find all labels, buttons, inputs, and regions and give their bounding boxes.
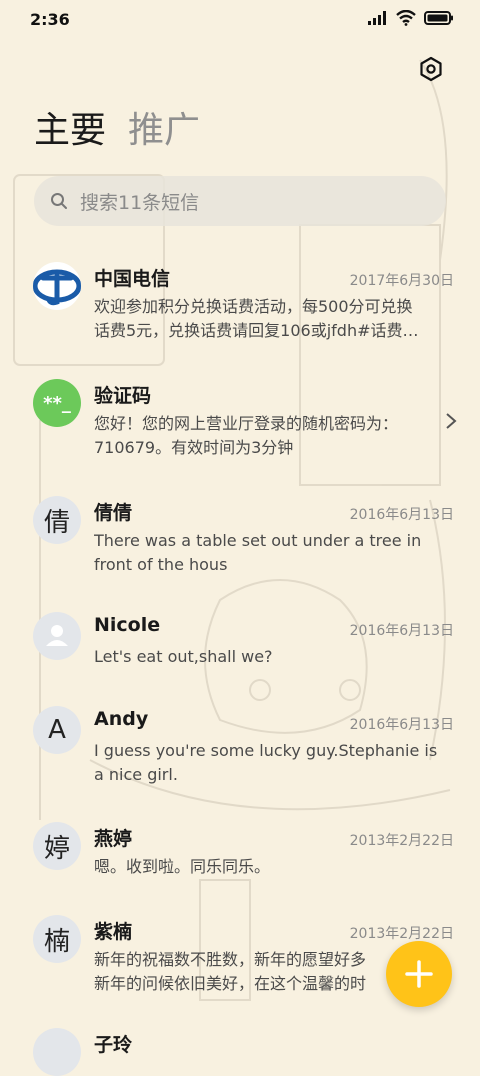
preview-line: 欢迎参加积分兑换话费活动，每500分可兑换 xyxy=(94,297,413,316)
person-icon xyxy=(33,612,81,660)
wifi-icon xyxy=(396,10,416,26)
plus-icon xyxy=(405,960,433,988)
avatar: 婷 xyxy=(33,822,81,870)
preview-line: 新年的问候依旧美好，在这个温馨的时 xyxy=(94,974,367,993)
contact-name: 中国电信 xyxy=(94,268,171,290)
gear-icon[interactable] xyxy=(418,56,444,82)
tab-promotions[interactable]: 推广 xyxy=(128,108,200,154)
message-preview: There was a table set out under a tree i… xyxy=(94,529,450,577)
message-preview: 新年的祝福数不胜数，新年的愿望好多 新年的问候依旧美好，在这个温馨的时 xyxy=(94,948,394,996)
search-bar[interactable]: 搜索11条短信 xyxy=(34,176,446,226)
preview-line: a nice girl. xyxy=(94,765,178,784)
conversation-item[interactable]: 子玲 xyxy=(0,1020,480,1076)
contact-name: 紫楠 xyxy=(94,921,133,943)
message-date: 2013年2月22日 xyxy=(349,833,454,849)
message-date: 2016年6月13日 xyxy=(349,507,454,523)
message-preview: 欢迎参加积分兑换话费活动，每500分可兑换 话费5元，兑换话费请回复106或jf… xyxy=(94,295,450,343)
preview-line: 嗯。收到啦。同乐同乐。 xyxy=(94,857,271,876)
preview-line: 新年的祝福数不胜数，新年的愿望好多 xyxy=(94,950,367,969)
preview-line: I guess you're some lucky guy.Stephanie … xyxy=(94,741,438,760)
preview-line: 话费5元，兑换话费请回复106或jfdh#话费… xyxy=(94,321,419,340)
message-date: 2017年6月30日 xyxy=(349,273,454,289)
avatar: A xyxy=(33,706,81,754)
telecom-logo-icon xyxy=(33,262,81,310)
status-time: 2:36 xyxy=(30,10,70,29)
contact-name: 子玲 xyxy=(94,1034,133,1056)
conversation-item[interactable]: Nicole 2016年6月13日 Let's eat out,shall we… xyxy=(0,600,480,690)
contact-name: 倩倩 xyxy=(94,502,133,524)
preview-line: 710679。有效时间为3分钟 xyxy=(94,438,294,457)
avatar xyxy=(33,1028,81,1076)
conversation-item[interactable]: A Andy 2016年6月13日 I guess you're some lu… xyxy=(0,694,480,804)
message-preview: 您好！您的网上营业厅登录的随机密码为： 710679。有效时间为3分钟 xyxy=(94,412,424,460)
search-input[interactable]: 搜索11条短信 xyxy=(80,188,199,215)
preview-line: 您好！您的网上营业厅登录的随机密码为： xyxy=(94,414,399,433)
battery-icon xyxy=(424,11,453,25)
contact-name: Nicole xyxy=(94,614,161,636)
message-date: 2013年2月22日 xyxy=(349,926,454,942)
signal-icon xyxy=(368,11,386,25)
header-tabs: 主要 推广 xyxy=(34,108,200,154)
message-preview: 嗯。收到啦。同乐同乐。 xyxy=(94,855,450,879)
message-preview: I guess you're some lucky guy.Stephanie … xyxy=(94,739,450,787)
preview-line: front of the hous xyxy=(94,555,228,574)
status-bar: 2:36 xyxy=(0,0,480,40)
contact-name: 燕婷 xyxy=(94,828,133,850)
message-preview: Let's eat out,shall we? xyxy=(94,645,450,669)
status-icons xyxy=(368,10,454,26)
conversation-item[interactable]: **_ 验证码 您好！您的网上营业厅登录的随机密码为： 710679。有效时间为… xyxy=(0,367,480,477)
avatar: 楠 xyxy=(33,915,81,963)
contact-name: Andy xyxy=(94,708,149,730)
chevron-right-icon[interactable] xyxy=(444,411,458,431)
conversation-item[interactable]: 中国电信 2017年6月30日 欢迎参加积分兑换话费活动，每500分可兑换 话费… xyxy=(0,250,480,360)
conversation-item[interactable]: 婷 燕婷 2013年2月22日 嗯。收到啦。同乐同乐。 xyxy=(0,810,480,900)
message-date: 2016年6月13日 xyxy=(349,623,454,639)
message-date: 2016年6月13日 xyxy=(349,717,454,733)
contact-name: 验证码 xyxy=(94,385,152,407)
tab-primary[interactable]: 主要 xyxy=(34,108,106,154)
preview-line: There was a table set out under a tree i… xyxy=(94,531,422,550)
verification-code-icon: **_ xyxy=(33,379,81,427)
avatar: 倩 xyxy=(33,496,81,544)
preview-line: Let's eat out,shall we? xyxy=(94,647,273,666)
new-message-button[interactable] xyxy=(386,941,452,1007)
conversation-item[interactable]: 倩 倩倩 2016年6月13日 There was a table set ou… xyxy=(0,484,480,594)
search-icon xyxy=(51,193,67,209)
